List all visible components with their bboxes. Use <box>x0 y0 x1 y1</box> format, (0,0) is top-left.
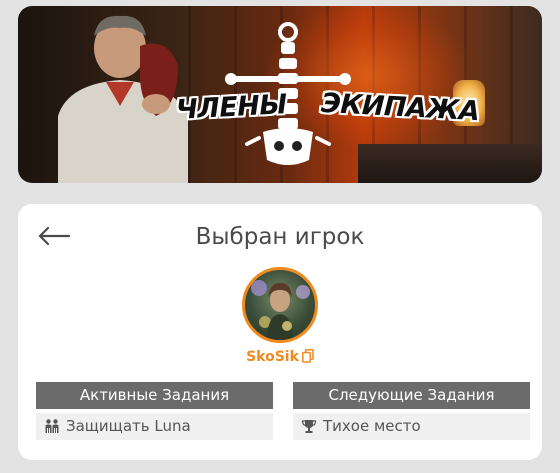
player-card: Выбран игрок SkoSik Активные Задания Сле… <box>18 204 542 460</box>
copy-icon[interactable] <box>301 348 314 367</box>
avatar-portrait <box>251 280 310 340</box>
next-task-item[interactable]: Тихое место <box>293 413 530 440</box>
next-task-label: Тихое место <box>323 417 421 435</box>
logo-text-left: ЧЛЕНЫ <box>175 89 288 126</box>
active-task-item[interactable]: Защищать Luna <box>36 413 273 440</box>
next-tasks-header: Следующие Задания <box>293 382 530 409</box>
crew-banner: ЧЛЕНЫ ЭКИПАЖА <box>18 6 542 183</box>
active-tasks-header: Активные Задания <box>36 382 273 409</box>
trophy-icon <box>301 416 317 443</box>
player-name[interactable]: SkoSik <box>246 349 299 365</box>
people-icon <box>44 416 60 443</box>
player-avatar <box>242 267 318 343</box>
banner-table <box>358 144 542 183</box>
player-name-row: SkoSik <box>18 346 542 367</box>
active-task-label: Защищать Luna <box>66 417 191 435</box>
page-title: Выбран игрок <box>195 224 365 250</box>
